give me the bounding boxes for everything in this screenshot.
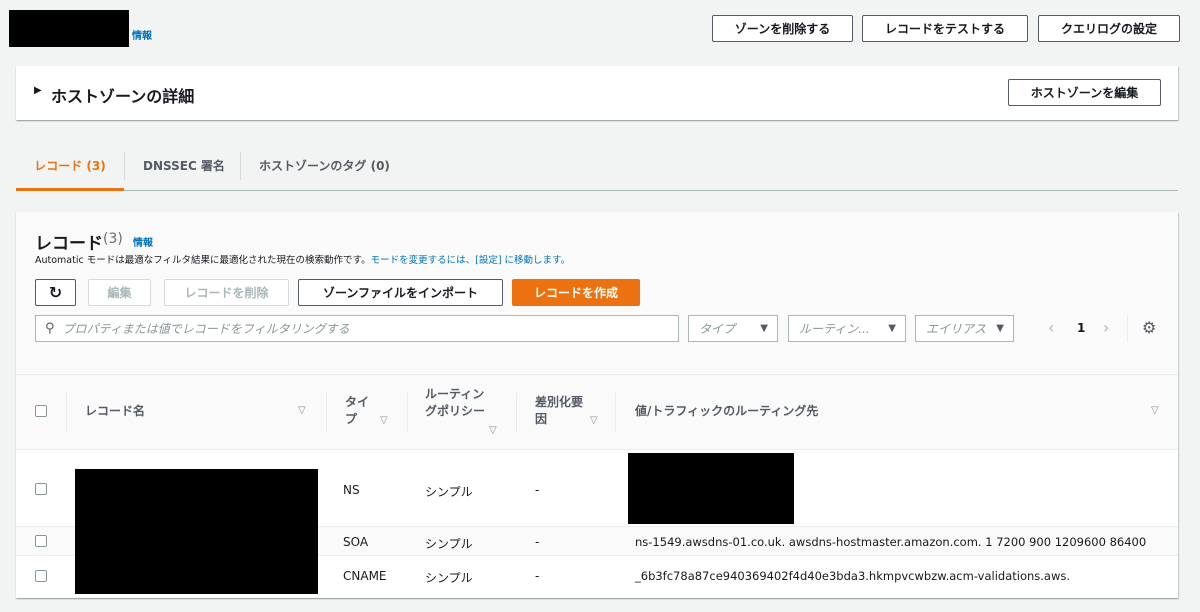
column-divider [516,393,517,433]
details-title[interactable]: ホストゾーンの詳細 [51,83,194,107]
alias-filter-label: エイリアス [926,322,987,336]
row-routing: シンプル [425,571,473,585]
records-description: Automatic モードは最適なフィルタ結果に最適化された現在の検索動作です。… [35,252,570,266]
sort-icon[interactable]: ▽ [489,425,497,436]
import-zone-file-button[interactable]: ゾーンファイルをインポート [298,279,503,306]
row-differentiator: - [535,535,540,549]
type-filter-select[interactable]: タイプ ▼ [688,315,778,342]
tab-divider [124,152,125,180]
row-value: ns-1549.awsdns-01.co.uk. awsdns-hostmast… [635,535,1147,549]
tab-dnssec[interactable]: DNSSEC 署名 [143,157,225,174]
routing-filter-label: ルーティン... [799,322,870,336]
row-checkbox[interactable] [35,483,47,495]
caret-down-icon: ▼ [760,323,768,334]
redacted-record-names [75,469,318,594]
row-type: CNAME [343,569,387,583]
row-differentiator: - [535,483,540,497]
caret-down-icon: ▼ [888,323,896,334]
edit-zone-button[interactable]: ホストゾーンを編集 [1008,79,1161,106]
records-count: (3) [103,231,123,247]
hosted-zone-details-panel: ▶ ホストゾーンの詳細 ホストゾーンを編集 [16,66,1178,120]
row-type: NS [343,483,360,497]
prev-page-icon[interactable]: ‹ [1048,318,1054,337]
alias-filter-select[interactable]: エイリアス ▼ [915,315,1014,342]
page-number[interactable]: 1 [1077,321,1085,335]
delete-zone-button[interactable]: ゾーンを削除する [712,15,853,42]
select-all-checkbox[interactable] [35,405,47,417]
row-checkbox[interactable] [35,535,47,547]
records-title: レコード [35,234,103,254]
row-routing: シンプル [425,485,473,499]
search-placeholder: プロパティまたは値でレコードをフィルタリングする [62,322,350,336]
settings-gear-icon[interactable]: ⚙ [1142,318,1156,337]
column-divider [66,393,67,433]
tab-tags[interactable]: ホストゾーンのタグ (0) [259,157,390,174]
column-header-routing[interactable]: ルーティングポリシー [425,386,487,420]
caret-down-icon: ▼ [996,323,1004,334]
sort-icon[interactable]: ▽ [298,405,306,416]
column-header-name[interactable]: レコード名 [85,403,145,420]
table-header [16,374,1178,450]
column-divider [615,393,616,433]
column-header-value[interactable]: 値/トラフィックのルーティング先 [635,403,818,420]
next-page-icon[interactable]: › [1103,318,1109,337]
delete-record-button[interactable]: レコードを削除 [164,279,289,306]
redacted-ns-values [628,453,794,524]
row-routing: シンプル [425,537,473,551]
tab-divider [240,152,241,180]
test-record-button[interactable]: レコードをテストする [862,15,1028,42]
row-checkbox[interactable] [35,570,47,582]
row-type: SOA [343,535,369,549]
edit-button[interactable]: 編集 [88,279,151,306]
routing-filter-select[interactable]: ルーティン... ▼ [788,315,906,342]
create-record-button[interactable]: レコードを作成 [512,279,640,306]
type-filter-label: タイプ [699,322,736,336]
sort-icon[interactable]: ▽ [380,415,388,426]
column-divider [326,393,327,433]
column-divider [407,393,408,433]
refresh-button[interactable]: ↻ [35,279,76,306]
search-input[interactable]: ⚲ プロパティまたは値でレコードをフィルタリングする [35,315,679,342]
settings-link[interactable]: モードを変更するには、[設定] に移動します。 [371,255,570,266]
tab-records[interactable]: レコード (3) [16,145,124,191]
tab-baseline [124,190,1178,191]
row-differentiator: - [535,569,540,583]
sort-icon[interactable]: ▽ [1151,405,1159,416]
sort-icon[interactable]: ▽ [590,415,598,426]
expand-triangle-icon[interactable]: ▶ [34,85,42,96]
column-header-differentiator[interactable]: 差別化要因 [535,394,583,428]
description-text: Automatic モードは最適なフィルタ結果に最適化された現在の検索動作です。 [35,255,371,266]
query-log-button[interactable]: クエリログの設定 [1038,15,1180,42]
row-value: _6b3fc78a87ce940369402f4d40e3bda3.hkmpvc… [635,569,1071,583]
redacted-zone-name [9,10,129,47]
pagination-divider [1127,315,1128,342]
records-info-link[interactable]: 情報 [133,234,153,249]
search-icon: ⚲ [45,321,55,336]
info-link[interactable]: 情報 [132,27,152,42]
refresh-icon: ↻ [48,283,63,302]
column-header-type[interactable]: タイプ [345,394,375,428]
